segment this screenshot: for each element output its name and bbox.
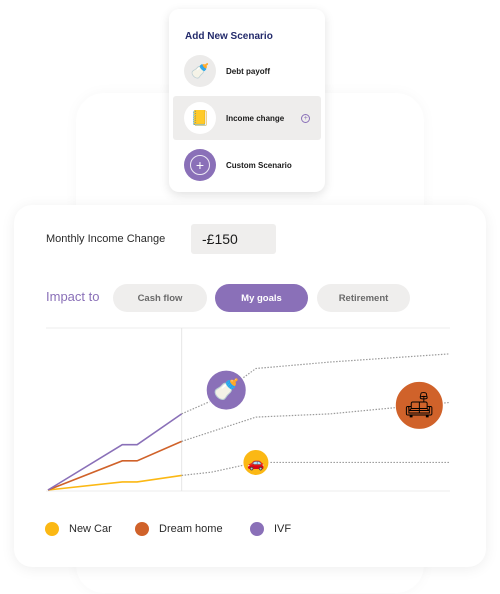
legend-dot	[135, 522, 149, 536]
goal-marker-new-car[interactable]: 🚗	[242, 448, 270, 476]
projection-line-new-car	[181, 461, 449, 477]
sofa-lamp-icon: 🛋	[403, 391, 435, 419]
legend-label: New Car	[69, 523, 112, 535]
legend-dot	[45, 522, 59, 536]
goal-marker-ivf[interactable]: 🍼	[205, 369, 247, 411]
legend-item-new-car: New Car	[45, 520, 112, 538]
legend-label: IVF	[274, 523, 292, 535]
legend-label: Dream home	[159, 523, 223, 535]
legend-dot	[250, 522, 264, 536]
goals-chart: 🚗 🛋 🍼	[46, 327, 450, 492]
legend-item-ivf: IVF	[250, 520, 291, 538]
baby-bottle-icon: 🍼	[213, 377, 239, 402]
legend-item-dream-home: Dream home	[135, 520, 223, 538]
car-icon: 🚗	[247, 454, 264, 471]
goal-marker-dream-home[interactable]: 🛋	[394, 380, 444, 430]
